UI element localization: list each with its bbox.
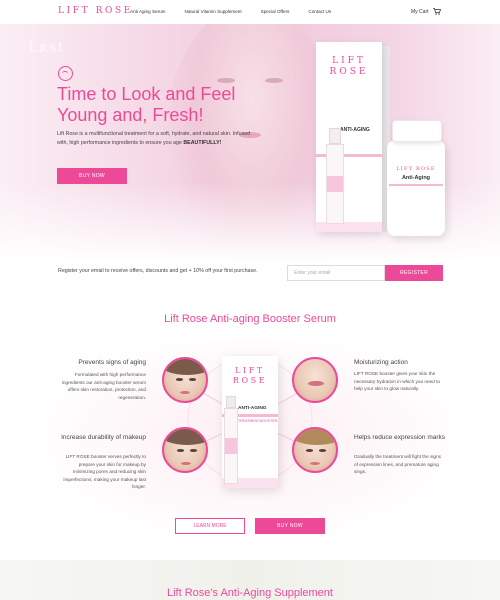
serum-bottle-label bbox=[327, 176, 343, 192]
register-button[interactable]: REGISTER bbox=[385, 265, 443, 281]
model-eye bbox=[189, 378, 196, 381]
model-lips bbox=[180, 391, 190, 394]
model-eye bbox=[306, 449, 313, 452]
jar-logo: LIFT ROSE bbox=[396, 166, 436, 172]
hero-description-bold: BEAUTIFULLY! bbox=[183, 140, 222, 146]
product-box-tag: ANTI-AGING bbox=[340, 127, 370, 133]
email-input[interactable] bbox=[287, 265, 385, 281]
serum-box-logo: LIFT ROSE bbox=[232, 366, 268, 385]
supplement-section-title: Lift Rose's Anti-Aging Supplement bbox=[167, 587, 333, 599]
model-eye bbox=[176, 378, 183, 381]
benefit-description: Formulated with high performance ingredi… bbox=[61, 372, 146, 400]
hero-buy-now-button[interactable]: BUY NOW bbox=[57, 168, 127, 184]
benefit-description: Gradually the treatment will fight the s… bbox=[354, 454, 442, 474]
model-lips bbox=[310, 462, 320, 465]
benefit-title: Helps reduce expression marks bbox=[354, 434, 446, 441]
product-box-logo: LIFT ROSE bbox=[329, 56, 369, 77]
model-eye bbox=[217, 78, 235, 83]
model-lips bbox=[181, 462, 191, 465]
brand-logo[interactable]: LIFT ROSE bbox=[58, 6, 133, 16]
nav-links: Anti Aging Serum Natural Vitamin Supplem… bbox=[130, 9, 350, 14]
model-hair bbox=[294, 429, 336, 445]
benefit-image-moisturizing bbox=[292, 357, 338, 403]
serum-bottle-label bbox=[225, 438, 237, 454]
serum-bottle-cap bbox=[226, 396, 236, 408]
serum-box-subtitle: TREATMENT BOOSTER bbox=[238, 419, 278, 423]
model-eye bbox=[265, 78, 283, 83]
benefit-image-expression bbox=[292, 427, 338, 473]
serum-section-title: Lift Rose Anti-aging Booster Serum bbox=[164, 313, 336, 325]
shopping-cart-icon bbox=[432, 8, 441, 15]
hero-description: Lift Rose is a multifunctional treatment… bbox=[57, 130, 252, 148]
benefit-description: LIFT ROSE booster gives your skin the ne… bbox=[354, 371, 440, 391]
benefit-description: LIFT ROSE booster serves perfectly to pr… bbox=[63, 454, 146, 489]
jar-title: Anti-Aging bbox=[401, 175, 431, 181]
model-eye bbox=[190, 449, 197, 452]
benefit-title: Increase durability of makeup bbox=[61, 434, 146, 441]
cart-label: My Cart bbox=[411, 8, 429, 15]
nav-link-special-offers[interactable]: Special Offers bbox=[261, 9, 290, 14]
nav-link-vitamin-supplement[interactable]: Natural Vitamin Supplement bbox=[185, 9, 242, 14]
lips-icon bbox=[58, 66, 73, 81]
serum-bottle-cap bbox=[329, 128, 341, 144]
supplement-jar-lid bbox=[392, 120, 442, 142]
hero-title: Time to Look and Feel Young and, Fresh! bbox=[57, 84, 236, 125]
benefit-image-makeup bbox=[162, 427, 208, 473]
model-hair bbox=[164, 429, 206, 445]
learn-more-button[interactable]: LEARN MORE bbox=[175, 518, 245, 534]
serum-box-tag: ANTI-AGING bbox=[238, 406, 267, 411]
hero-watermark: Lʀst bbox=[28, 38, 65, 56]
serum-buy-now-button[interactable]: BUY NOW bbox=[255, 518, 325, 534]
top-nav: LIFT ROSE Anti Aging Serum Natural Vitam… bbox=[0, 0, 500, 24]
supplement-jar-label: LIFT ROSE Anti-Aging bbox=[389, 160, 443, 220]
benefit-title: Moisturizing action bbox=[354, 359, 408, 366]
model-eye bbox=[319, 449, 326, 452]
model-eye bbox=[177, 449, 184, 452]
subscribe-text: Register your email to receive offers, d… bbox=[58, 268, 258, 274]
benefit-title: Prevents signs of aging bbox=[78, 359, 146, 366]
benefit-image-aging bbox=[162, 357, 208, 403]
nav-link-contact-us[interactable]: Contact Us bbox=[308, 9, 331, 14]
nav-link-anti-aging-serum[interactable]: Anti Aging Serum bbox=[130, 9, 166, 14]
cart-button[interactable]: My Cart bbox=[411, 8, 441, 15]
model-hair bbox=[164, 359, 206, 375]
jar-stripe bbox=[389, 184, 443, 186]
model-lips bbox=[308, 381, 324, 386]
